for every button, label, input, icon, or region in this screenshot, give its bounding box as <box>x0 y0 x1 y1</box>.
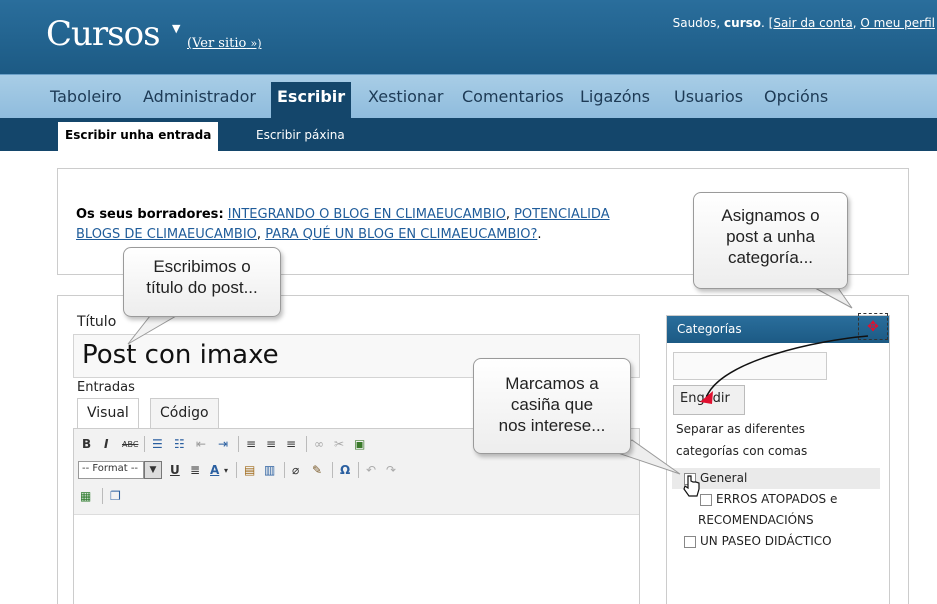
title-label: Título <box>77 314 117 330</box>
category-item-erros[interactable]: ERROS ATOPADOS e <box>672 489 880 510</box>
cleanup-icon[interactable]: ✎ <box>312 461 322 479</box>
numbered-list-icon[interactable]: ☷ <box>174 435 185 453</box>
drag-handle-icon[interactable]: ✥ <box>858 313 888 340</box>
callout-line: Asignamos o <box>721 206 820 225</box>
site-dropdown-caret-icon[interactable]: ▼ <box>172 22 180 35</box>
insert-image-icon[interactable]: ▣ <box>354 435 365 453</box>
strikethrough-icon[interactable]: ABC <box>122 435 138 453</box>
greeting-text: Saudos, <box>672 16 721 30</box>
draft-link[interactable]: BLOGS DE CLIMAEUCAMBIO <box>76 227 257 242</box>
content-label: Entradas <box>77 380 135 395</box>
fullscreen-icon[interactable]: ❐ <box>110 487 121 505</box>
add-category-button[interactable]: Engadir <box>673 385 745 415</box>
help-line: Separar as diferentes <box>676 422 805 436</box>
draft-link[interactable]: PARA QUÉ UN BLOG EN CLIMAEUCAMBIO? <box>265 227 537 242</box>
menu-item-comentarios[interactable]: Comentarios <box>456 82 570 111</box>
category-label: General <box>700 471 748 485</box>
menu-item-ligazons[interactable]: Ligazóns <box>574 82 656 111</box>
paste-word-icon[interactable]: ▥ <box>264 461 275 479</box>
drafts-text: Os seus borradores: INTEGRANDO O BLOG EN… <box>76 207 610 242</box>
menu-item-escribir[interactable]: Escribir <box>271 82 352 119</box>
indent-icon[interactable]: ⇥ <box>218 435 228 453</box>
category-label: RECOMENDACIÓNS <box>698 513 814 527</box>
categories-header: Categorías <box>667 316 889 343</box>
admin-header: Cursos ▼ (Ver sitio ») Saudos, curso. [S… <box>0 0 937 74</box>
callout-line: nos interese... <box>498 416 606 435</box>
category-checkbox[interactable] <box>684 472 696 485</box>
category-label: UN PASEO DIDÁCTICO <box>700 534 832 548</box>
callout-line: Escribimos o <box>153 257 251 276</box>
align-right-icon[interactable]: ≡ <box>286 435 296 453</box>
category-list: General ERROS ATOPADOS e RECOMENDACIÓNS … <box>672 468 880 552</box>
toolbar-separator <box>144 436 145 452</box>
align-center-icon[interactable]: ≡ <box>266 435 276 453</box>
bold-icon[interactable]: B <box>82 435 91 453</box>
chevron-down-icon[interactable]: ▼ <box>144 461 162 479</box>
menu-item-taboleiro[interactable]: Taboleiro <box>44 82 128 111</box>
toolbar-separator <box>238 436 239 452</box>
toolbar-separator <box>306 436 307 452</box>
draft-link[interactable]: POTENCIALIDA <box>514 207 610 222</box>
tab-visual[interactable]: Visual <box>77 398 139 429</box>
logout-link[interactable]: Sair da conta <box>773 16 852 30</box>
submenu-write-post[interactable]: Escribir unha entrada <box>58 122 219 151</box>
toolbar-separator <box>236 462 237 478</box>
callout-line: post a unha <box>726 227 815 246</box>
toolbar-separator <box>102 488 103 504</box>
redo-icon[interactable]: ↷ <box>386 461 396 479</box>
chevron-down-icon[interactable]: ▾ <box>224 461 228 479</box>
tab-codigo[interactable]: Código <box>150 398 219 429</box>
profile-link[interactable]: O meu perfil <box>860 16 935 30</box>
category-item-general[interactable]: General <box>672 468 880 489</box>
sub-menu: Escribir unha entrada Escribir páxina <box>0 118 937 151</box>
view-site-link[interactable]: (Ver sitio ») <box>187 36 262 51</box>
categories-help-text: Separar as diferentes categorías con com… <box>676 418 836 462</box>
username: curso <box>724 16 762 30</box>
drafts-label: Os seus borradores <box>76 207 219 222</box>
category-checkbox[interactable] <box>684 535 696 548</box>
menu-item-xestionar[interactable]: Xestionar <box>362 82 449 111</box>
user-bar: Saudos, curso. [Sair da conta, O meu per… <box>672 16 935 30</box>
callout-line: Marcamos a <box>505 374 599 393</box>
category-checkbox[interactable] <box>700 493 712 506</box>
special-char-icon[interactable]: Ω <box>340 461 350 479</box>
site-title[interactable]: Cursos <box>46 14 161 54</box>
toolbar-separator <box>332 462 333 478</box>
table-icon[interactable]: ▦ <box>80 487 91 505</box>
callout-checkbox: Marcamos a casiña que nos interese... <box>473 358 631 454</box>
bullet-list-icon[interactable]: ☰ <box>152 435 163 453</box>
callout-line: casiña que <box>510 395 594 414</box>
draft-link[interactable]: INTEGRANDO O BLOG EN CLIMAEUCAMBIO <box>228 207 506 222</box>
callout-line: título do post... <box>146 278 258 297</box>
underline-icon[interactable]: U <box>170 461 180 479</box>
undo-icon[interactable]: ↶ <box>366 461 376 479</box>
rich-text-editor[interactable]: B I ABC ☰ ☷ ⇤ ⇥ ≡ ≡ ≡ ∞ ✂ ▣ -- Format --… <box>73 428 640 604</box>
remove-format-icon[interactable]: ⌀ <box>292 461 299 479</box>
toolbar-separator <box>358 462 359 478</box>
justify-icon[interactable]: ≣ <box>190 461 200 479</box>
toolbar-separator <box>284 462 285 478</box>
category-item-erros-cont: RECOMENDACIÓNS <box>672 510 880 531</box>
help-line: categorías con comas <box>676 444 808 458</box>
submenu-write-page[interactable]: Escribir páxina <box>256 128 345 142</box>
text-color-icon[interactable]: A <box>210 461 219 479</box>
category-item-paseo[interactable]: UN PASEO DIDÁCTICO <box>672 531 880 552</box>
category-label: ERROS ATOPADOS e <box>716 492 838 506</box>
unlink-icon[interactable]: ✂ <box>334 435 344 453</box>
menu-item-administrador[interactable]: Administrador <box>137 82 262 111</box>
main-menu: Taboleiro Administrador Escribir Xestion… <box>0 74 937 119</box>
new-category-input[interactable] <box>673 352 827 380</box>
paste-text-icon[interactable]: ▤ <box>244 461 255 479</box>
menu-item-usuarios[interactable]: Usuarios <box>668 82 749 111</box>
callout-category: Asignamos o post a unha categoría... <box>693 192 848 289</box>
format-select[interactable]: -- Format -- <box>78 461 144 479</box>
callout-title: Escribimos o título do post... <box>123 247 281 317</box>
callout-line: categoría... <box>727 248 814 267</box>
outdent-icon[interactable]: ⇤ <box>196 435 206 453</box>
align-left-icon[interactable]: ≡ <box>246 435 256 453</box>
italic-icon[interactable]: I <box>104 435 108 453</box>
link-icon[interactable]: ∞ <box>314 435 324 453</box>
menu-item-opcions[interactable]: Opcións <box>758 82 834 111</box>
